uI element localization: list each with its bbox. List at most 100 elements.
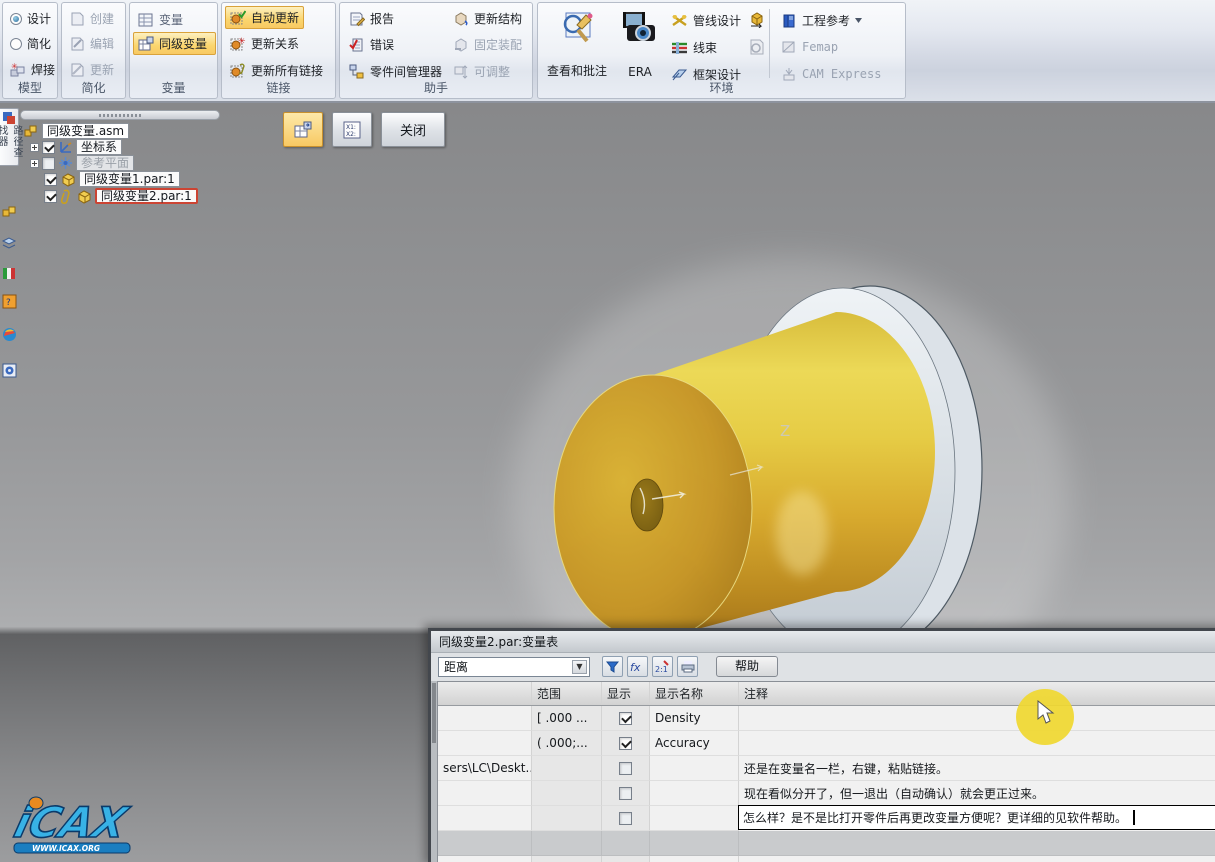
checkbox[interactable] — [44, 172, 57, 186]
header-comment[interactable]: 注释 — [739, 682, 1215, 705]
pathfinder-tab[interactable]: 路径查找器 — [0, 108, 22, 166]
update-structure-button[interactable]: 更新结构 — [448, 7, 527, 30]
reference-planes-icon — [59, 157, 72, 169]
update-all-links-button[interactable]: 更新所有链接 — [225, 59, 328, 82]
weldment-button[interactable]: ✳ 焊接 — [5, 58, 60, 81]
part-icon — [78, 189, 91, 204]
update-structure-icon — [455, 11, 468, 26]
svg-text:2:1: 2:1 — [655, 665, 668, 673]
rendering-icon[interactable] — [2, 327, 17, 342]
checkbox[interactable] — [42, 156, 55, 170]
peer-variables-button[interactable]: 同级变量 — [133, 32, 216, 55]
update-icon — [71, 63, 84, 76]
quick-toolbar: X1: X2: 关闭 — [283, 112, 445, 147]
capture-fit-icon — [750, 39, 764, 55]
expand-icon[interactable] — [30, 158, 39, 168]
layers-icon[interactable] — [1, 236, 17, 251]
formula-button[interactable]: fx — [627, 656, 648, 677]
show-checkbox[interactable] — [619, 786, 632, 800]
dropdown-arrow-icon[interactable]: ▼ — [572, 659, 587, 674]
mouse-cursor — [1037, 700, 1055, 724]
capture-fit-button[interactable] — [743, 35, 771, 59]
print-button[interactable] — [677, 656, 698, 677]
show-checkbox[interactable] — [619, 761, 632, 775]
model-hole — [630, 478, 664, 532]
expand-icon[interactable] — [30, 142, 39, 152]
radio-icon — [10, 37, 22, 50]
ribbon-group-environment: 查看和批注 ERA 管线设计 线束 框架设计 工程参考 Femap CAM Ex… — [537, 2, 906, 99]
dialog-toolbar: 距离 ▼ fx 2:1 帮助 — [431, 653, 1215, 680]
edit-button[interactable]: 编辑 — [64, 32, 119, 55]
header-show[interactable]: 显示 — [602, 682, 650, 705]
group-label-variables: 变量 — [161, 81, 186, 95]
part-icon — [62, 172, 75, 187]
alternate-assemblies-icon[interactable] — [2, 363, 17, 378]
simplified-radio[interactable]: 简化 — [5, 32, 56, 55]
engineering-reference-icon — [783, 14, 795, 27]
parts-library-icon[interactable] — [2, 203, 17, 218]
header-name[interactable] — [438, 682, 532, 705]
dialog-title[interactable]: 同级变量2.par:变量表 — [431, 631, 1215, 653]
harness-button[interactable]: 线束 — [666, 36, 722, 59]
harness-icon — [672, 42, 687, 54]
errors-button[interactable]: 错误 — [344, 33, 399, 56]
link-paperclip-icon — [60, 189, 70, 204]
view-markup-button[interactable]: 查看和批注 — [541, 7, 613, 81]
tree-item-part2-selected[interactable]: 同级变量2.par:1 — [44, 188, 198, 204]
comment-edit-cell[interactable]: 怎么样？是不是比打开零件后再更改变量方便呢？更详细的见软件帮助。 — [738, 805, 1215, 830]
era-button[interactable]: ERA — [616, 7, 664, 81]
peer-variables-icon — [294, 121, 312, 137]
peer-variables-toggle-button[interactable] — [283, 112, 323, 147]
tree-item-reference-planes[interactable]: 参考平面 — [30, 155, 135, 171]
standard-parts-button[interactable] — [743, 7, 771, 31]
auto-update-button[interactable]: 自动更新 — [225, 6, 305, 29]
table-row: ( .000;... Accuracy — [438, 731, 1215, 756]
header-range[interactable]: 范围 — [532, 682, 602, 705]
variable-table-icon — [138, 13, 153, 26]
header-display-name[interactable]: 显示名称 — [650, 682, 739, 705]
filter-button[interactable] — [602, 656, 623, 677]
z-axis-label: Z — [780, 422, 790, 440]
variables-button[interactable]: 变量 — [133, 8, 188, 31]
group-label-links: 链接 — [266, 81, 291, 95]
close-button[interactable]: 关闭 — [381, 112, 445, 147]
checkbox[interactable] — [44, 189, 57, 203]
variable-table-toggle-button[interactable]: X1: X2: — [332, 112, 372, 147]
ribbon-group-assistant: 报告 错误 零件间管理器 更新结构 固定装配 可调整 助手 — [339, 2, 533, 99]
group-label-assistant: 助手 — [423, 81, 448, 95]
update-relations-button[interactable]: ✳ 更新关系 — [225, 32, 304, 55]
dropdown-arrow-icon — [855, 18, 863, 23]
filter-dropdown[interactable]: 距离 ▼ — [438, 656, 590, 677]
piping-button[interactable]: 管线设计 — [666, 9, 746, 32]
sensors-icon[interactable] — [2, 266, 17, 281]
svg-text:fx: fx — [630, 661, 641, 673]
femap-button[interactable]: Femap — [776, 36, 843, 58]
tree-item-coordinate-system[interactable]: 坐标系 — [30, 139, 123, 155]
update-button[interactable]: 更新 — [64, 58, 119, 81]
femap-icon — [782, 41, 795, 53]
coordinate-system-icon — [60, 142, 72, 153]
design-radio[interactable]: 设计 — [5, 7, 56, 30]
table-row-new — [438, 856, 1215, 862]
create-button[interactable]: 创建 — [64, 7, 119, 30]
engineering-reference-button[interactable]: 工程参考 — [776, 9, 867, 32]
fixed-assembly-button[interactable]: 固定装配 — [448, 33, 527, 56]
engineering-help-icon[interactable]: ? — [2, 294, 17, 309]
tree-item-assembly[interactable]: 同级变量.asm — [24, 123, 130, 139]
help-button[interactable]: 帮助 — [716, 656, 778, 677]
table-header-row: 范围 显示 显示名称 注释 — [438, 682, 1215, 706]
variable-table-icon: X1:X2: — [343, 121, 361, 138]
variable-table-dialog: 同级变量2.par:变量表 距离 ▼ fx 2:1 帮助 范围 显示 显示名称 … — [428, 628, 1215, 862]
text-caret — [1133, 810, 1135, 825]
report-button[interactable]: 报告 — [344, 7, 399, 30]
report-icon — [350, 12, 365, 26]
checkbox[interactable] — [42, 140, 55, 154]
show-checkbox[interactable] — [619, 736, 632, 750]
group-label-environment: 环境 — [709, 81, 734, 95]
pathfinder-grip[interactable] — [20, 110, 220, 120]
tree-item-part1[interactable]: 同级变量1.par:1 — [44, 171, 180, 187]
scale-button[interactable]: 2:1 — [652, 656, 673, 677]
show-checkbox[interactable] — [619, 711, 632, 725]
icax-watermark: iCAX WWW.ICAX.ORG — [6, 789, 141, 862]
show-checkbox[interactable] — [619, 811, 632, 825]
